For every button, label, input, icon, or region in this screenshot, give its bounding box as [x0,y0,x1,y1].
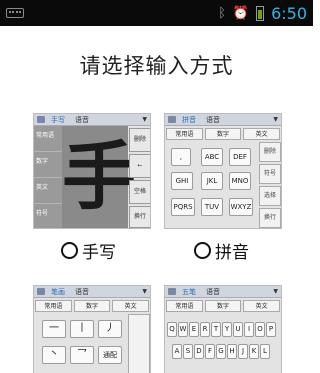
tab-english: 英文 [243,300,281,312]
key: MNO [229,172,251,190]
key: ABC [201,148,223,166]
key: JKL [201,172,223,190]
key: PQRS [171,198,195,216]
key: J [238,344,248,359]
mode-tab: 拼音 [182,115,196,124]
tab-common: 常用语 [166,128,203,140]
key: F [205,344,215,359]
ime-logo-icon [37,116,45,123]
side-label: 常用语 [34,126,62,152]
key: DEF [229,148,251,166]
handwriting-character: 手 [62,134,136,220]
alarm-icon: ⏰ [232,5,250,21]
status-time: 6:50 [271,3,307,23]
key: R [200,322,210,337]
delete-key: 删除 [129,128,150,152]
tab-common: 常用语 [35,300,72,312]
key: A [172,344,182,359]
status-bar: ᛒ ⏰ 6:50 [0,0,313,26]
tab-english: 英文 [112,300,150,312]
radio-pinyin[interactable]: 拼音 [194,238,249,263]
radio-circle-icon[interactable] [194,242,211,259]
space-key: 空格 [129,180,150,204]
side-label: 英文 [34,178,62,204]
keyboard-header: 五笔 语音 ▼ [165,286,281,298]
keyboard-tabs: 常用语 数字 英文 [34,300,150,312]
enter-key: 换行 [129,206,150,228]
stroke-key: 一 [42,320,66,338]
keyboard-header: 手写 语音 ▼ [34,114,150,126]
key: L [260,344,270,359]
stroke-keyboard-preview[interactable]: 笔画 语音 ▼ 常用语 数字 英文 一 丨 丿 丶 乛 通配 [33,285,151,373]
tab-english: 英文 [243,128,281,140]
key: , [171,148,191,166]
delete-key: 删除 [259,142,281,162]
keyboard-tabs: 常用语 数字 英文 [165,300,281,312]
handwriting-side-panel: 常用语 数字 英文 符号 [34,126,62,228]
ime-logo-icon [168,288,176,295]
radio-label: 手写 [82,243,116,263]
handwriting-keyboard-preview[interactable]: 手写 语音 ▼ 常用语 数字 英文 符号 手 删除 ← 空格 换行 [33,113,151,229]
stroke-key: 丨 [70,320,94,338]
bluetooth-icon: ᛒ [218,5,226,21]
chevron-icon: ▼ [142,116,147,123]
key: W [178,322,188,337]
battery-charging-icon [256,5,265,21]
keyboard-tabs: 常用语 数字 英文 [165,128,281,140]
key: S [183,344,193,359]
enter-key: 换行 [259,208,281,228]
key: TUV [201,198,223,216]
tab-digits: 数字 [204,300,242,312]
stroke-key: 乛 [70,346,94,364]
key: O [255,322,265,337]
page-title: 请选择输入方式 [79,54,234,78]
key: G [216,344,226,359]
keyboard-header: 笔画 语音 ▼ [34,286,150,298]
voice-tab: 语音 [75,287,89,296]
radio-circle-icon[interactable] [61,242,78,259]
side-label: 符号 [34,204,62,228]
wildcard-key: 通配 [98,346,122,364]
stroke-key: 丿 [98,320,122,338]
side-label: 数字 [34,152,62,178]
tab-digits: 数字 [204,128,242,140]
key: GHI [171,172,193,190]
radio-label: 拼音 [215,243,249,263]
ime-logo-icon [168,116,176,123]
tab-common: 常用语 [166,300,203,312]
wubi-keyboard-preview[interactable]: 五笔 语音 ▼ 常用语 数字 英文 Q W E R T Y U I O P A … [164,285,282,373]
chevron-icon: ▼ [273,288,278,295]
keyboard-icon [6,8,24,18]
mode-tab: 五笔 [182,287,196,296]
voice-tab: 语音 [75,115,89,124]
select-key: 选择 [259,186,281,206]
radio-handwriting[interactable]: 手写 [61,238,116,263]
voice-tab: 语音 [206,287,220,296]
backspace-key: ← [129,154,150,178]
keyboard-header: 拼音 语音 ▼ [165,114,281,126]
key: I [244,322,254,337]
key: WXYZ [229,198,253,216]
key: D [194,344,204,359]
key: T [211,322,221,337]
key: U [233,322,243,337]
key: P [266,322,276,337]
key: K [249,344,259,359]
tab-digits: 数字 [73,300,111,312]
ime-logo-icon [37,288,45,295]
voice-tab: 语音 [206,115,220,124]
key: Q [167,322,177,337]
key: Y [222,322,232,337]
chevron-icon: ▼ [142,288,147,295]
side-column [128,314,150,373]
chevron-icon: ▼ [273,116,278,123]
stroke-key: 丶 [42,346,66,364]
symbol-key: 符号 [259,164,281,184]
pinyin-keyboard-preview[interactable]: 拼音 语音 ▼ 常用语 数字 英文 , ABC DEF GHI JKL MNO … [164,113,282,229]
key: H [227,344,237,359]
mode-tab: 手写 [51,115,65,124]
key: E [189,322,199,337]
mode-tab: 笔画 [51,287,65,296]
